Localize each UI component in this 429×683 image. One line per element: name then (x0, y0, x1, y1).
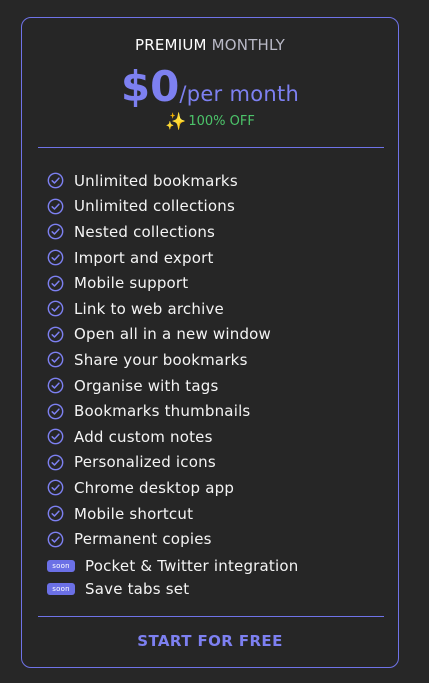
discount-text: 100% OFF (188, 114, 255, 129)
pricing-card: PREMIUM MONTHLY $0/per month ✨ 100% OFF U… (21, 17, 399, 668)
feature-label: Bookmarks thumbnails (74, 402, 251, 421)
feature-item: Chrome desktop app (47, 475, 271, 501)
bottom-divider (38, 616, 384, 617)
check-circle-icon (47, 352, 64, 368)
sparkles-icon: ✨ (165, 112, 187, 132)
start-for-free-button[interactable]: START FOR FREE (22, 632, 398, 650)
feature-label: Personalized icons (74, 453, 216, 472)
feature-item: Add custom notes (47, 424, 271, 450)
price-amount: $0 (120, 62, 180, 111)
plan-billing-cycle: MONTHLY (211, 36, 285, 54)
coming-soon-label: Save tabs set (85, 579, 190, 598)
check-circle-icon (47, 326, 64, 343)
feature-label: Organise with tags (74, 376, 219, 395)
discount-label: ✨ 100% OFF (22, 112, 398, 132)
feature-label: Mobile support (74, 274, 189, 293)
check-circle-icon (47, 172, 64, 189)
feature-label: Nested collections (74, 222, 216, 241)
soon-badge: soon (47, 559, 75, 572)
check-circle-icon (47, 454, 64, 471)
feature-item: Personalized icons (47, 450, 271, 476)
soon-badge: soon (47, 582, 75, 595)
check-circle-icon (47, 377, 64, 394)
check-circle-icon (47, 505, 64, 522)
check-circle-icon (47, 275, 64, 292)
feature-label: Permanent copies (74, 530, 212, 549)
check-circle-icon (47, 403, 64, 420)
check-circle-icon (47, 249, 64, 266)
check-circle-icon (47, 224, 64, 240)
plan-name: PREMIUM (135, 36, 207, 54)
feature-label: Share your bookmarks (74, 350, 248, 369)
feature-item: Import and export (47, 245, 271, 271)
coming-soon-item: soon Save tabs set (47, 577, 298, 600)
check-circle-icon (47, 428, 64, 445)
coming-soon-item: soon Pocket & Twitter integration (47, 554, 298, 577)
feature-item: Nested collections (47, 219, 271, 245)
price-period: /per month (179, 82, 300, 106)
feature-label: Mobile shortcut (74, 504, 194, 523)
top-divider (38, 147, 384, 148)
coming-soon-list: soon Pocket & Twitter integration soon Save… (47, 554, 298, 600)
feature-item: Mobile shortcut (47, 501, 271, 527)
feature-label: Link to web archive (74, 299, 224, 318)
feature-label: Unlimited bookmarks (74, 171, 238, 190)
coming-soon-label: Pocket & Twitter integration (85, 556, 299, 575)
feature-label: Import and export (74, 248, 214, 267)
feature-item: Permanent copies (47, 526, 271, 552)
check-circle-icon (47, 198, 64, 215)
check-circle-icon (47, 300, 64, 317)
feature-label: Add custom notes (74, 427, 213, 446)
price-row: $0/per month (22, 62, 398, 111)
feature-label: Open all in a new window (74, 325, 272, 344)
feature-list: Unlimited bookmarks Unlimited collections… (47, 168, 271, 552)
feature-item: Organise with tags (47, 373, 271, 399)
feature-label: Chrome desktop app (74, 478, 235, 497)
feature-item: Bookmarks thumbnails (47, 398, 271, 424)
feature-item: Unlimited collections (47, 194, 271, 220)
feature-item: Unlimited bookmarks (47, 168, 271, 194)
plan-title: PREMIUM MONTHLY (22, 36, 398, 54)
feature-item: Mobile support (47, 270, 271, 296)
feature-item: Open all in a new window (47, 322, 271, 348)
feature-item: Share your bookmarks (47, 347, 271, 373)
check-circle-icon (47, 480, 64, 496)
feature-item: Link to web archive (47, 296, 271, 322)
check-circle-icon (47, 531, 64, 547)
feature-label: Unlimited collections (74, 197, 235, 216)
